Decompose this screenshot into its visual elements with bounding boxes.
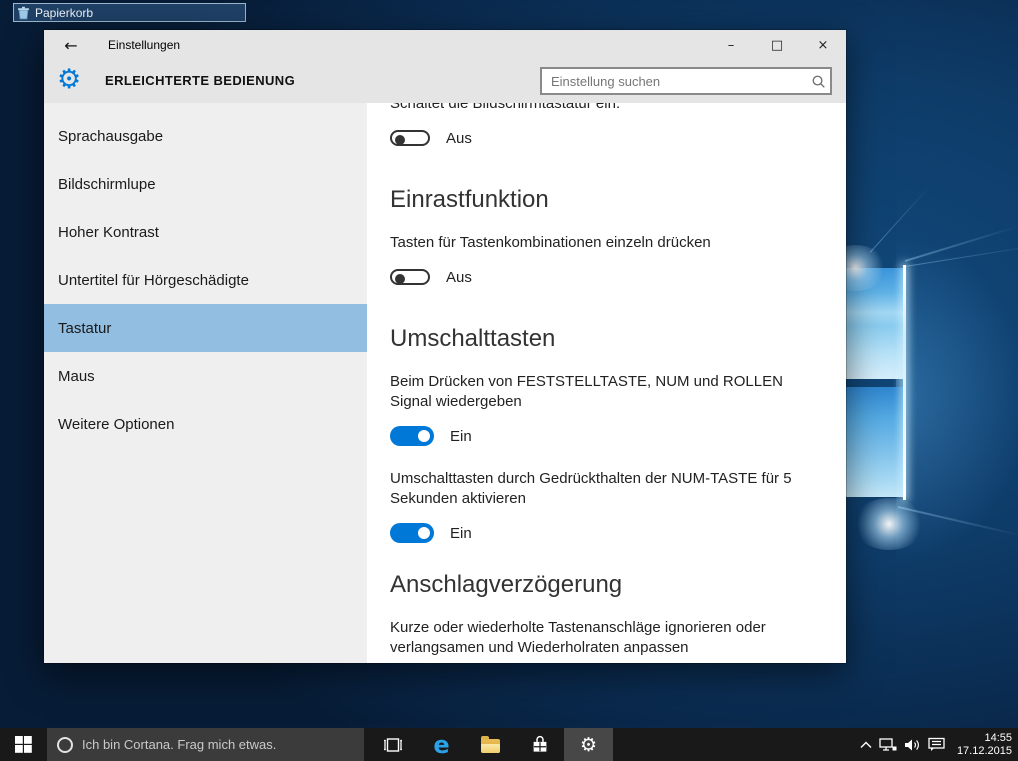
- chevron-up-icon: [860, 741, 872, 748]
- toggle-knob: [418, 430, 430, 442]
- sidebar-item-maus[interactable]: Maus: [44, 352, 367, 400]
- action-center-icon: [928, 737, 945, 751]
- sidebar-item-weitere-optionen[interactable]: Weitere Optionen: [44, 400, 367, 448]
- settings-app-button[interactable]: ⚙: [564, 728, 613, 761]
- minimize-button[interactable]: –: [708, 30, 754, 60]
- wallpaper-flare: [852, 498, 926, 550]
- settings-content: Schaltet die Bildschirmtastatur ein. Aus…: [367, 103, 846, 663]
- sidebar-item-tastatur[interactable]: Tastatur: [44, 304, 367, 352]
- edge-button[interactable]: e: [417, 728, 466, 761]
- taskbar-clock[interactable]: 14:55 17.12.2015: [952, 732, 1012, 758]
- desktop-icon-recycle-bin[interactable]: Papierkorb: [13, 3, 246, 22]
- tray-action-center[interactable]: [928, 737, 945, 752]
- toggle-switch-off[interactable]: [390, 130, 430, 146]
- file-explorer-icon: [481, 736, 500, 753]
- toggle-switch-on[interactable]: [390, 426, 434, 446]
- section-heading-umschalttasten: Umschalttasten: [390, 325, 556, 352]
- setting-label-toggle-keys-sound: Beim Drücken von FESTSTELLTASTE, NUM und…: [390, 373, 783, 410]
- close-button[interactable]: ×: [800, 30, 846, 60]
- sidebar-item-bildschirmlupe[interactable]: Bildschirmlupe: [44, 160, 367, 208]
- recycle-bin-label: Papierkorb: [35, 5, 94, 20]
- toggle-switch-on[interactable]: [390, 523, 434, 543]
- toggle-state-label: Aus: [446, 268, 472, 286]
- windows-logo-glow-edge: [903, 265, 906, 500]
- windows-logo-pane-bottom: [846, 387, 904, 497]
- gear-icon: ⚙: [57, 64, 82, 95]
- window-body: Sprachausgabe Bildschirmlupe Hoher Kontr…: [44, 103, 846, 663]
- app-header: ⚙ ERLEICHTERTE BEDIENUNG: [44, 60, 846, 103]
- toggle-switch-off[interactable]: [390, 269, 430, 285]
- toggle-state-label: Ein: [450, 427, 472, 445]
- taskbar-apps: e ⚙: [368, 728, 613, 761]
- system-tray: 14:55 17.12.2015: [860, 728, 1018, 761]
- task-view-button[interactable]: [368, 728, 417, 761]
- cortana-placeholder: Ich bin Cortana. Frag mich etwas.: [82, 737, 277, 752]
- store-icon: [533, 735, 546, 752]
- setting-label-onscreen-keyboard: Schaltet die Bildschirmtastatur ein.: [390, 103, 621, 112]
- clock-time: 14:55: [984, 731, 1012, 744]
- windows-logo-icon: [15, 736, 32, 753]
- network-icon: [879, 737, 897, 751]
- cortana-icon: [57, 736, 73, 753]
- tray-chevron-up[interactable]: [860, 741, 872, 749]
- title-bar[interactable]: ← Einstellungen – □ ×: [44, 30, 846, 60]
- setting-label-filter-keys: Kurze oder wiederholte Tastenanschläge i…: [390, 619, 766, 656]
- store-button[interactable]: [515, 728, 564, 761]
- setting-label-sticky-keys: Tasten für Tastenkombinationen einzeln d…: [390, 234, 711, 251]
- toggle-state-label: Ein: [450, 524, 472, 542]
- sidebar-item-untertitel[interactable]: Untertitel für Hörgeschädigte: [44, 256, 367, 304]
- setting-label-numlock-activation: Umschalttasten durch Gedrückthalten der …: [390, 470, 792, 507]
- settings-window: ← Einstellungen – □ × ⚙ ERLEICHTERTE BED…: [44, 30, 846, 663]
- back-icon[interactable]: ←: [56, 36, 86, 55]
- maximize-button[interactable]: □: [754, 30, 800, 60]
- section-heading-einrastfunktion: Einrastfunktion: [390, 186, 549, 213]
- toggle-knob: [418, 527, 430, 539]
- toggle-knob: [395, 274, 405, 284]
- toggle-knob: [395, 135, 405, 145]
- sidebar-item-hoher-kontrast[interactable]: Hoher Kontrast: [44, 208, 367, 256]
- tray-volume[interactable]: [904, 738, 921, 752]
- toggle-numlock-activation[interactable]: Ein: [390, 522, 810, 544]
- toggle-keys-sound[interactable]: Ein: [390, 425, 810, 447]
- cortana-search-box[interactable]: Ich bin Cortana. Frag mich etwas.: [47, 728, 364, 761]
- sidebar: Sprachausgabe Bildschirmlupe Hoher Kontr…: [44, 103, 367, 663]
- taskbar: Ich bin Cortana. Frag mich etwas. e ⚙ 14…: [0, 728, 1018, 761]
- search-icon[interactable]: [806, 74, 830, 89]
- window-controls: – □ ×: [708, 30, 846, 60]
- volume-icon: [905, 739, 919, 750]
- section-heading-anschlagverzoegerung: Anschlagverzögerung: [390, 571, 623, 598]
- tray-network[interactable]: [879, 737, 897, 752]
- file-explorer-button[interactable]: [466, 728, 515, 761]
- toggle-onscreen-keyboard[interactable]: Aus: [390, 127, 810, 149]
- recycle-bin-icon: [18, 6, 29, 19]
- sidebar-item-sprachausgabe[interactable]: Sprachausgabe: [44, 112, 367, 160]
- edge-icon: e: [433, 730, 450, 759]
- search-input[interactable]: [542, 73, 806, 89]
- task-view-icon: [383, 737, 402, 752]
- settings-gear-icon: ⚙: [579, 733, 598, 756]
- page-title: ERLEICHTERTE BEDIENUNG: [105, 73, 296, 88]
- settings-search[interactable]: [540, 67, 832, 95]
- window-title: Einstellungen: [108, 38, 181, 52]
- toggle-state-label: Aus: [446, 129, 472, 147]
- clock-date: 17.12.2015: [956, 744, 1012, 757]
- toggle-sticky-keys[interactable]: Aus: [390, 266, 810, 288]
- desktop: Papierkorb ← Einstellungen – □ × ⚙ ERLEI…: [0, 0, 1018, 761]
- start-button[interactable]: [0, 728, 47, 761]
